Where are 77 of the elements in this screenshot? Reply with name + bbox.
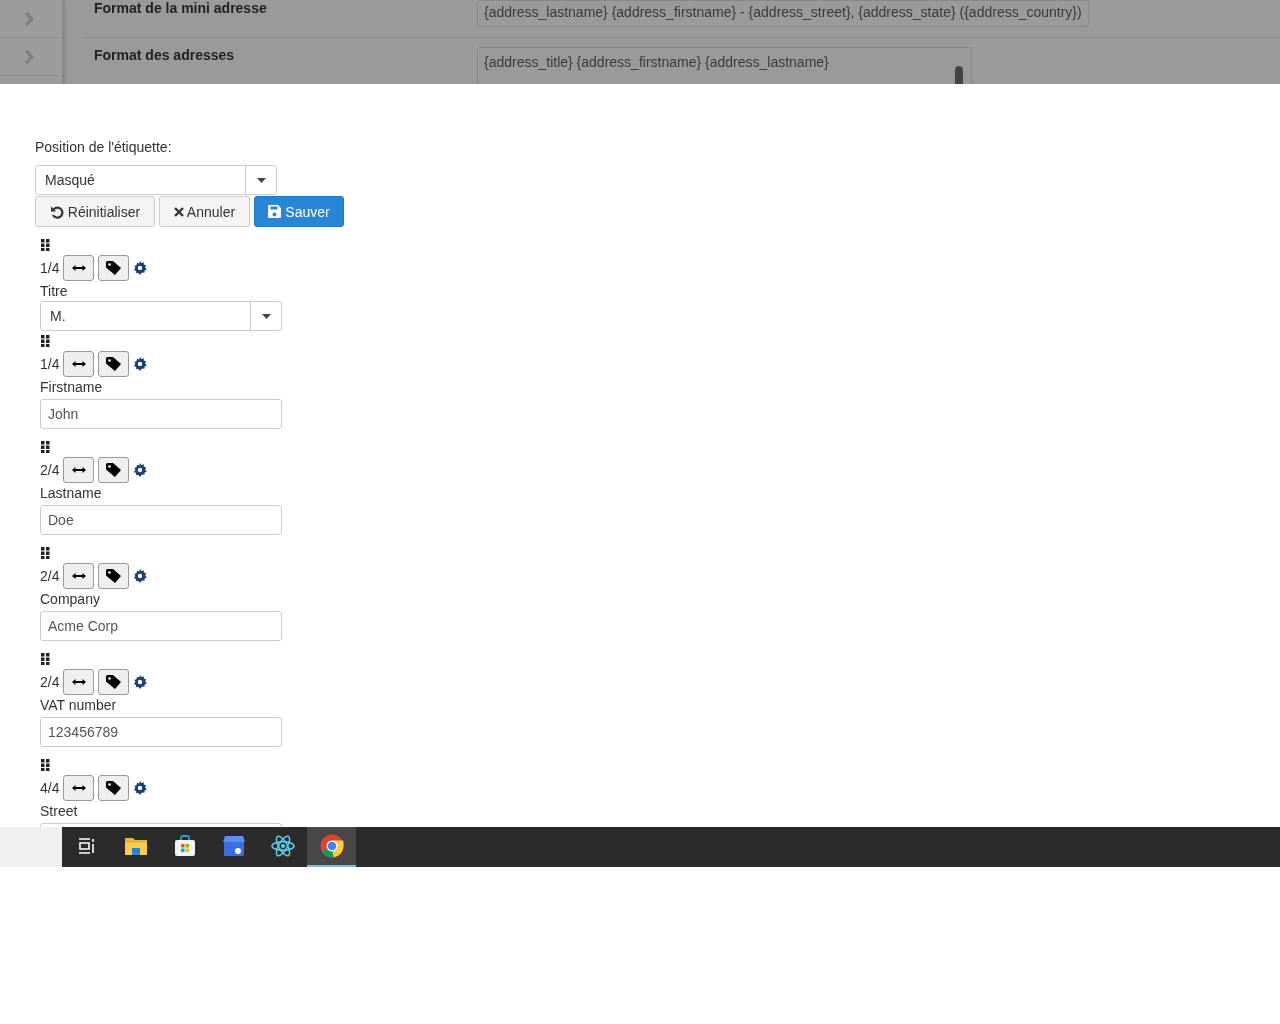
tag-icon	[106, 260, 122, 275]
drag-handle-icon[interactable]	[41, 653, 50, 665]
width-fraction: 4/4	[40, 779, 60, 796]
store-bag-icon	[173, 835, 196, 857]
horizontal-arrows-icon	[71, 678, 86, 685]
chevron-right-icon	[24, 49, 34, 64]
drag-handle-icon[interactable]	[41, 239, 50, 251]
horizontal-arrows-icon	[71, 572, 86, 579]
field-label: Lastname	[40, 484, 103, 503]
horizontal-arrows-icon	[71, 360, 86, 367]
drag-handle-icon[interactable]	[41, 335, 50, 347]
input-field[interactable]: Doe	[40, 505, 282, 535]
browser-icon	[319, 834, 344, 858]
tag-icon	[106, 568, 122, 583]
field-label: Titre	[40, 282, 69, 301]
save-button[interactable]: Sauver	[254, 196, 344, 227]
drag-handle-icon[interactable]	[41, 547, 50, 559]
gear-icon[interactable]	[133, 356, 148, 371]
input-field[interactable]: 123456789	[40, 717, 282, 747]
width-button[interactable]	[63, 254, 95, 281]
folder-icon	[124, 837, 147, 855]
tag-icon	[106, 674, 122, 689]
width-button[interactable]	[63, 350, 95, 377]
gear-icon[interactable]	[133, 260, 148, 275]
label-position-select[interactable]: Masqué	[35, 165, 277, 195]
caret-icon	[261, 313, 271, 319]
taskbar-app[interactable]	[307, 827, 356, 867]
tag-button[interactable]	[98, 456, 130, 483]
format-line: {address_title} {address_firstname} {address_lastname}	[484, 53, 830, 72]
tag-button[interactable]	[98, 562, 130, 589]
horizontal-arrows-icon	[71, 466, 86, 473]
width-button[interactable]	[63, 562, 95, 589]
horizontal-arrows-icon	[71, 784, 86, 791]
gear-icon[interactable]	[133, 780, 148, 795]
width-button[interactable]	[63, 668, 95, 695]
drag-handle-icon[interactable]	[41, 759, 50, 771]
caret-icon	[256, 177, 266, 183]
gear-icon[interactable]	[133, 568, 148, 583]
field-label: Firstname	[40, 378, 104, 397]
address-format-field[interactable]: {address_lastname} {address_firstname} - {address_street}, {address_state} ({address_country})	[477, 0, 1089, 27]
taskbar-blank-area	[0, 827, 62, 867]
field-label: VAT number	[40, 696, 118, 715]
gear-icon[interactable]	[133, 674, 148, 689]
tag-icon	[106, 780, 122, 795]
width-fraction: 2/4	[40, 567, 60, 584]
cancel-button[interactable]: Annuler	[159, 196, 250, 227]
width-fraction: 2/4	[40, 673, 60, 690]
width-fraction: 2/4	[40, 461, 60, 478]
field-label: Street	[40, 802, 79, 821]
drag-handle-icon[interactable]	[41, 441, 50, 453]
task-view-icon	[77, 838, 96, 854]
width-fraction: 1/4	[40, 355, 60, 372]
gear-icon[interactable]	[133, 462, 148, 477]
atom-icon	[270, 835, 295, 857]
setting-label: Format des adresses	[94, 47, 236, 65]
tag-button[interactable]	[98, 774, 130, 801]
select-field[interactable]: M.	[40, 301, 282, 331]
tag-button[interactable]	[98, 350, 130, 377]
reset-button[interactable]: Réinitialiser	[35, 196, 155, 227]
horizontal-arrows-icon	[71, 264, 86, 271]
width-fraction: 1/4	[40, 259, 60, 276]
storefront-icon	[222, 835, 245, 857]
input-field[interactable]: John	[40, 399, 282, 429]
width-button[interactable]	[63, 774, 95, 801]
setting-label: Format de la mini adresse	[94, 0, 268, 18]
tag-button[interactable]	[98, 254, 130, 281]
width-button[interactable]	[63, 456, 95, 483]
input-field[interactable]: Acme Corp	[40, 611, 282, 641]
close-icon	[173, 206, 184, 217]
format-line: {address_lastname} {address_firstname} - {address_street}, {address_state} ({address_country})	[484, 3, 1082, 22]
undo-icon	[49, 204, 64, 219]
tag-icon	[106, 462, 122, 477]
field-label: Position de l'étiquette:	[35, 139, 173, 157]
chevron-right-icon	[24, 11, 34, 26]
tag-button[interactable]	[98, 668, 130, 695]
field-label: Company	[40, 590, 101, 609]
tag-icon	[106, 356, 122, 371]
